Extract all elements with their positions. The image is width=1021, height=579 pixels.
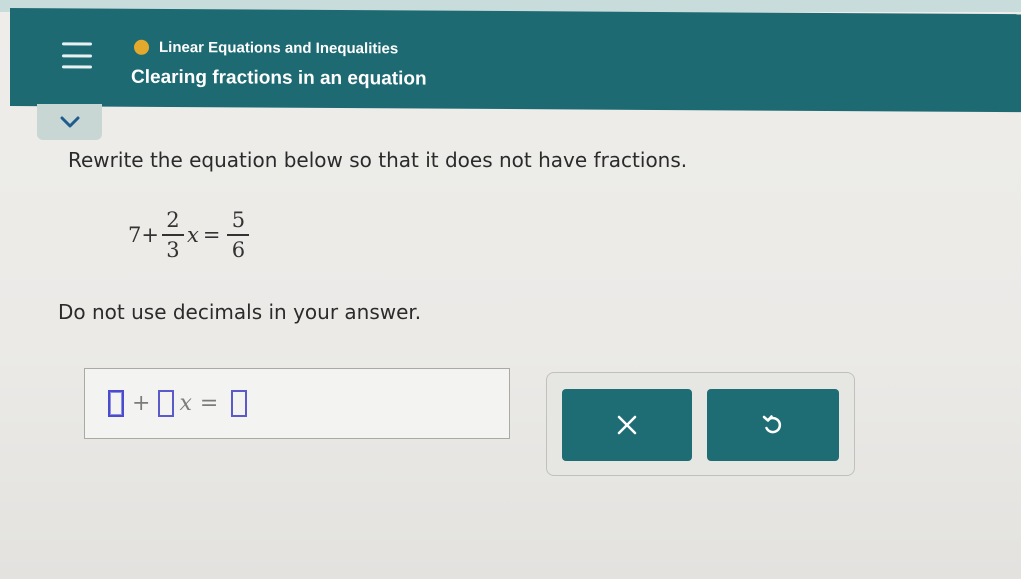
menu-line bbox=[62, 65, 92, 69]
screen: Linear Equations and Inequalities Cleari… bbox=[0, 0, 1021, 579]
coefficient-input-slot[interactable] bbox=[158, 390, 175, 417]
given-equation: 7 + 2 3 x = 5 6 bbox=[128, 200, 252, 270]
rhs-input-slot[interactable] bbox=[231, 390, 248, 417]
menu-icon[interactable] bbox=[62, 42, 92, 69]
action-panel bbox=[546, 372, 855, 476]
fraction-bar bbox=[227, 234, 250, 236]
rhs-fraction: 5 6 bbox=[227, 207, 250, 263]
lesson-title: Clearing fractions in an equation bbox=[131, 66, 427, 90]
topic-row: Linear Equations and Inequalities bbox=[134, 38, 399, 58]
close-icon bbox=[617, 415, 637, 435]
fraction-denominator: 3 bbox=[166, 238, 180, 262]
constant-input-slot[interactable] bbox=[108, 390, 124, 417]
equation-equals: = bbox=[202, 223, 221, 247]
answer-equals: = bbox=[199, 391, 219, 416]
fraction-numerator: 5 bbox=[231, 208, 246, 232]
coefficient-fraction: 2 3 bbox=[161, 207, 184, 263]
menu-line bbox=[62, 42, 92, 46]
topic-title: Linear Equations and Inequalities bbox=[159, 38, 399, 58]
equation-variable: x bbox=[186, 223, 199, 247]
undo-icon bbox=[762, 415, 782, 434]
problem-instruction: Rewrite the equation below so that it do… bbox=[68, 148, 688, 172]
fraction-denominator: 6 bbox=[231, 238, 246, 262]
answer-input-area[interactable]: + x = bbox=[84, 368, 510, 439]
equation-constant: 7 bbox=[128, 223, 142, 247]
header-bar: Linear Equations and Inequalities Cleari… bbox=[10, 8, 1021, 113]
chevron-down-icon bbox=[60, 116, 79, 128]
menu-line bbox=[62, 53, 92, 58]
collapse-toggle[interactable] bbox=[37, 104, 102, 140]
fraction-numerator: 2 bbox=[166, 208, 180, 232]
equation-plus: + bbox=[141, 223, 159, 247]
undo-button[interactable] bbox=[707, 389, 839, 461]
topic-status-dot bbox=[134, 39, 149, 55]
answer-variable: x bbox=[179, 391, 192, 416]
fraction-bar bbox=[161, 234, 184, 236]
clear-button[interactable] bbox=[562, 389, 692, 461]
answer-plus: + bbox=[132, 391, 151, 416]
problem-note: Do not use decimals in your answer. bbox=[58, 300, 422, 324]
